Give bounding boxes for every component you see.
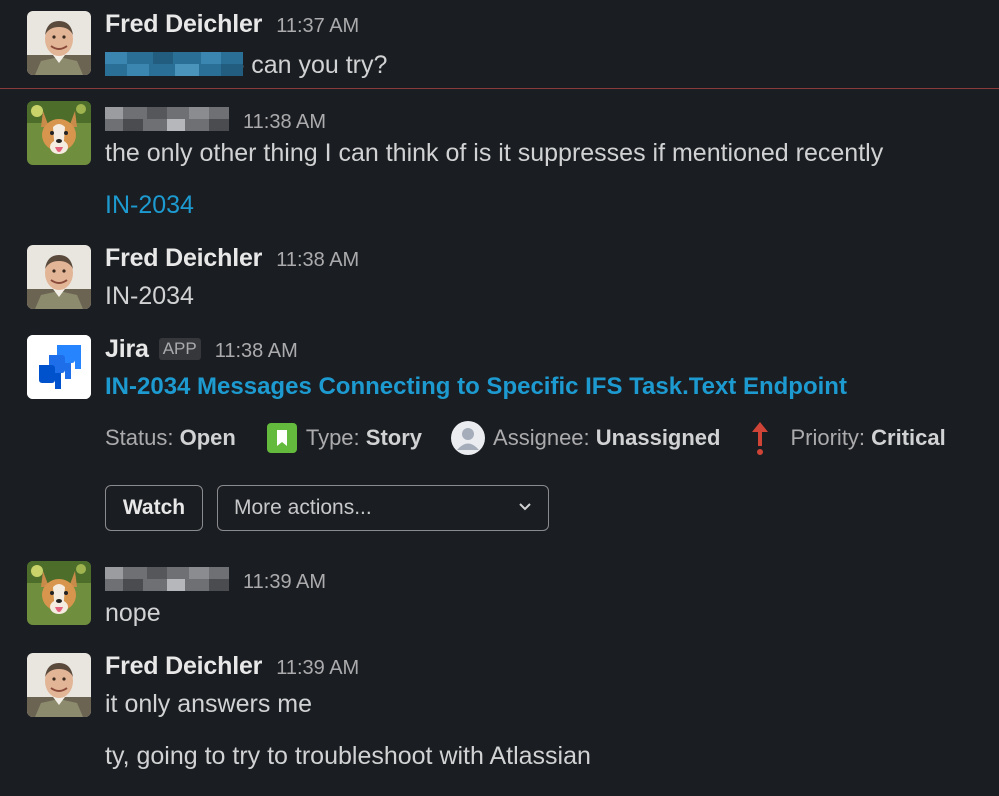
priority-field: Priority: Critical bbox=[750, 420, 946, 456]
message-body: - can you try? bbox=[229, 51, 388, 79]
assignee-label: Assignee: bbox=[493, 425, 590, 450]
watch-button[interactable]: Watch bbox=[105, 485, 203, 531]
fred-avatar[interactable] bbox=[27, 11, 91, 75]
assignee-field: Assignee: Unassigned bbox=[451, 421, 720, 455]
message-text: - can you try? bbox=[105, 49, 387, 80]
author-name[interactable]: Jira bbox=[105, 335, 149, 364]
jira-icon[interactable] bbox=[27, 335, 91, 399]
message-body: it only answers me bbox=[105, 690, 313, 718]
timestamp[interactable]: 11:39 AM bbox=[276, 657, 359, 680]
author-name[interactable]: Fred Deichler bbox=[105, 10, 262, 39]
corgi-avatar[interactable] bbox=[27, 101, 91, 165]
priority-label: Priority: bbox=[790, 425, 866, 450]
priority-value: Critical bbox=[871, 425, 946, 450]
message-body: ty, going to try to troubleshoot with At… bbox=[105, 742, 591, 770]
more-actions-select[interactable]: More actions... bbox=[217, 485, 549, 531]
status-value: Open bbox=[179, 425, 236, 450]
status-field: Status: Open bbox=[105, 425, 236, 451]
issue-link[interactable]: IN-2034 bbox=[105, 191, 194, 220]
jira-issue-fields: Status: Open Type: Story Assignee: Unass… bbox=[105, 420, 946, 456]
author-name[interactable]: Fred Deichler bbox=[105, 652, 262, 681]
corgi-avatar[interactable] bbox=[27, 561, 91, 625]
redacted-mention[interactable] bbox=[105, 52, 243, 76]
new-messages-divider bbox=[0, 88, 999, 89]
priority-critical-icon bbox=[750, 420, 770, 456]
app-badge: APP bbox=[158, 338, 201, 360]
story-icon bbox=[266, 423, 297, 453]
timestamp[interactable]: 11:38 AM bbox=[243, 111, 326, 134]
redacted-author-name[interactable] bbox=[105, 107, 229, 131]
assignee-value: Unassigned bbox=[595, 425, 721, 450]
chevron-down-icon bbox=[518, 496, 532, 520]
timestamp[interactable]: 11:38 AM bbox=[215, 340, 298, 363]
fred-avatar[interactable] bbox=[27, 245, 91, 309]
type-label: Type: bbox=[305, 425, 360, 450]
timestamp[interactable]: 11:38 AM bbox=[276, 249, 359, 272]
type-value: Story bbox=[365, 425, 423, 450]
type-field: Type: Story bbox=[266, 423, 423, 453]
redacted-author-name[interactable] bbox=[105, 567, 229, 591]
message-body: the only other thing I can think of is i… bbox=[105, 139, 884, 167]
more-actions-label: More actions... bbox=[234, 496, 372, 519]
timestamp[interactable]: 11:39 AM bbox=[243, 571, 326, 594]
message-body: IN-2034 bbox=[105, 282, 194, 310]
fred-avatar[interactable] bbox=[27, 653, 91, 717]
status-label: Status: bbox=[105, 425, 174, 450]
message-body: nope bbox=[105, 599, 161, 627]
jira-issue-title-link[interactable]: IN-2034 Messages Connecting to Specific … bbox=[105, 373, 847, 401]
user-avatar-icon bbox=[451, 421, 486, 455]
timestamp[interactable]: 11:37 AM bbox=[276, 15, 359, 38]
author-name[interactable]: Fred Deichler bbox=[105, 244, 262, 273]
